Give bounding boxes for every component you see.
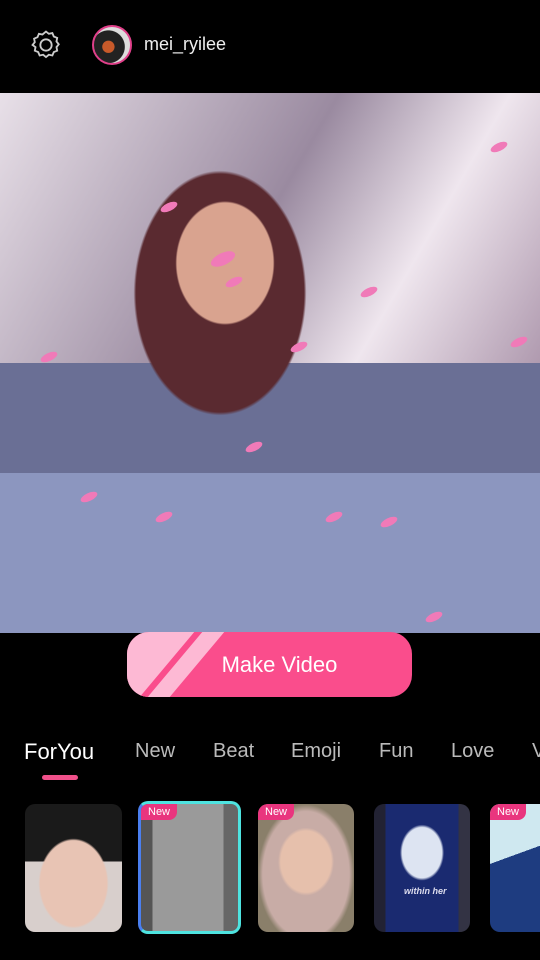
tab-emoji[interactable]: Emoji [291, 740, 341, 763]
tab-foryou[interactable]: ForYou [24, 739, 94, 765]
preview-image[interactable] [0, 93, 540, 633]
new-badge: New [258, 804, 295, 820]
top-bar: mei_ryilee [0, 0, 540, 93]
new-badge: New [141, 804, 178, 820]
tab-new[interactable]: New [135, 740, 175, 763]
template-card-selected[interactable]: New [138, 801, 241, 934]
new-badge: New [490, 804, 527, 820]
avatar[interactable] [92, 25, 132, 65]
template-card[interactable]: within her [374, 804, 470, 932]
tab-beat[interactable]: Beat [213, 740, 254, 763]
make-video-button[interactable]: Make Video [127, 632, 412, 697]
gear-icon[interactable] [29, 28, 63, 62]
template-card[interactable] [25, 804, 122, 932]
template-card[interactable]: New [490, 804, 540, 932]
template-caption: within her [404, 886, 447, 896]
active-tab-indicator [42, 775, 78, 780]
username[interactable]: mei_ryilee [144, 34, 226, 55]
tab-more[interactable]: V [532, 740, 540, 763]
template-card[interactable]: New [258, 804, 354, 932]
tab-fun[interactable]: Fun [379, 740, 413, 763]
make-video-label: Make Video [221, 651, 338, 677]
tab-love[interactable]: Love [451, 740, 494, 763]
